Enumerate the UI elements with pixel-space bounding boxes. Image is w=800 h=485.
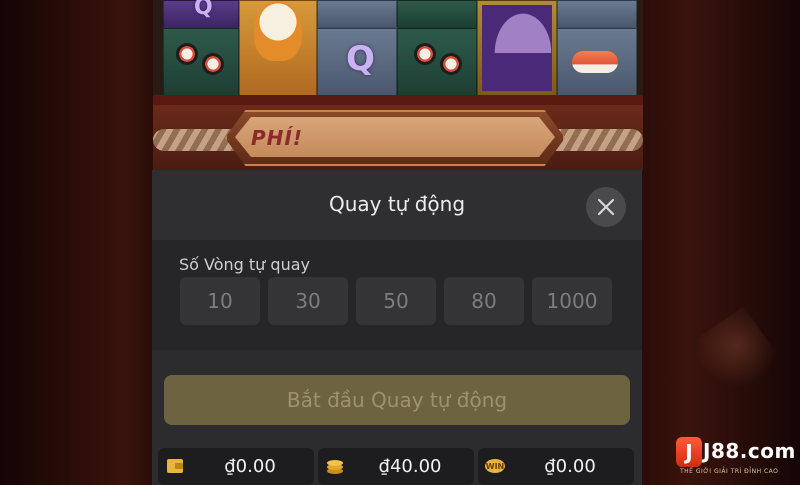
win-value: ₫0.00 bbox=[544, 456, 596, 477]
reel-cell bbox=[397, 28, 477, 96]
banner-text: PHÍ! bbox=[251, 126, 303, 150]
balance-stat: ₫0.00 bbox=[158, 448, 314, 485]
fan-symbol-frame bbox=[482, 5, 556, 91]
rounds-option-10[interactable]: 10 bbox=[180, 277, 260, 325]
reel-cell bbox=[477, 0, 557, 96]
reel-cell bbox=[317, 0, 397, 28]
sushi-roll-symbol bbox=[440, 53, 462, 75]
background-right bbox=[640, 0, 800, 485]
sushi-roll-symbol bbox=[202, 53, 224, 75]
bet-stat: ₫40.00 bbox=[318, 448, 474, 485]
rounds-option-80[interactable]: 80 bbox=[444, 277, 524, 325]
background-left bbox=[0, 0, 155, 485]
brand-logo: J J88.com THẾ GIỚI GIẢI TRÍ ĐỈNH CAO bbox=[676, 437, 796, 481]
rounds-label: Số Vòng tự quay bbox=[179, 255, 310, 274]
win-stat: WIN ₫0.00 bbox=[478, 448, 634, 485]
rounds-section: Số Vòng tự quay 10 30 50 80 1000 bbox=[152, 240, 642, 350]
bet-value: ₫40.00 bbox=[378, 456, 442, 477]
fan-symbol bbox=[490, 7, 556, 53]
balance-value: ₫0.00 bbox=[224, 456, 276, 477]
symbol-q: Q bbox=[194, 0, 213, 20]
reel-cell: Q bbox=[317, 28, 397, 96]
lucky-cat-symbol bbox=[254, 1, 302, 61]
start-auto-spin-button[interactable]: Bắt đầu Quay tự động bbox=[164, 375, 630, 425]
modal-title: Quay tự động bbox=[328, 192, 466, 216]
nigiri-symbol bbox=[572, 51, 618, 73]
rounds-option-30[interactable]: 30 bbox=[268, 277, 348, 325]
board-frame-bar bbox=[153, 95, 643, 105]
auto-spin-modal: Quay tự động Số Vòng tự quay 10 30 50 80… bbox=[152, 170, 642, 485]
reel-cell bbox=[397, 0, 477, 28]
logo-name: J88.com bbox=[703, 439, 796, 463]
sushi-roll-symbol bbox=[176, 43, 198, 65]
coins-icon bbox=[327, 460, 343, 474]
reel-cell bbox=[239, 0, 317, 96]
rounds-option-50[interactable]: 50 bbox=[356, 277, 436, 325]
close-button[interactable] bbox=[586, 187, 626, 227]
reel-cell bbox=[163, 28, 239, 96]
logo-tagline: THẾ GIỚI GIẢI TRÍ ĐỈNH CAO bbox=[680, 468, 779, 475]
banner-area: PHÍ! bbox=[153, 105, 643, 170]
symbol-q: Q bbox=[346, 39, 375, 79]
wallet-icon bbox=[167, 459, 183, 473]
slot-board: Q Q bbox=[153, 0, 643, 102]
close-icon bbox=[597, 198, 615, 216]
reel-cell: Q bbox=[163, 0, 239, 28]
svg-text:WIN: WIN bbox=[486, 462, 505, 471]
reel-cell bbox=[557, 0, 637, 28]
win-icon: WIN bbox=[485, 459, 505, 473]
logo-badge: J bbox=[676, 437, 702, 467]
sushi-roll-symbol bbox=[414, 43, 436, 65]
rounds-option-1000[interactable]: 1000 bbox=[532, 277, 612, 325]
reel-cell bbox=[557, 28, 637, 96]
modal-header: Quay tự động bbox=[152, 170, 642, 240]
